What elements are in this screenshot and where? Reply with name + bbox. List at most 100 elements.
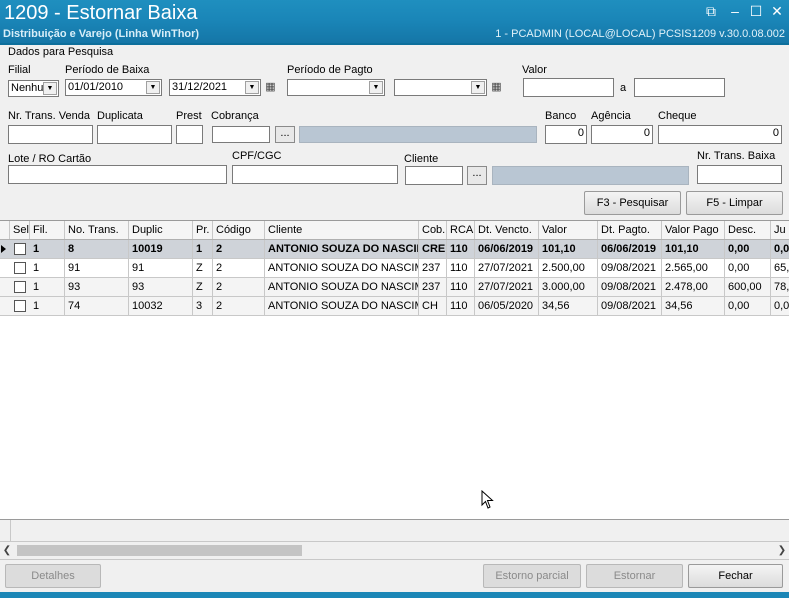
nr-trans-venda-field[interactable]	[8, 125, 93, 144]
fechar-button[interactable]: Fechar	[688, 564, 783, 588]
cell-ju: 78,	[774, 281, 789, 293]
header-desc[interactable]: Desc.	[725, 221, 771, 239]
cell-fil: 1	[30, 278, 65, 296]
table-row[interactable]: 1 8 10019 1 2 ANTONIO SOUZA DO NASCIMENT…	[0, 240, 789, 259]
cell-cob: 237	[419, 259, 447, 277]
close-icon[interactable]: ✕	[769, 3, 785, 19]
cliente-field[interactable]	[405, 166, 463, 185]
cell-desc: 0,00	[725, 259, 771, 277]
header-dt-pagto[interactable]: Dt. Pagto.	[598, 221, 662, 239]
valor-ate-field[interactable]	[634, 78, 725, 97]
lote-field[interactable]	[8, 165, 227, 184]
table-row[interactable]: 1 74 10032 3 2 ANTONIO SOUZA DO NASCIMEN…	[0, 297, 789, 316]
estornar-button[interactable]: Estornar	[586, 564, 683, 588]
cell-dt-vencto: 06/05/2020	[475, 297, 539, 315]
header-duplic[interactable]: Duplic	[129, 221, 193, 239]
cell-duplic: 93	[129, 278, 193, 296]
periodo-baixa-fim-field[interactable]: 31/12/2021 ▼	[169, 79, 261, 96]
chevron-down-icon[interactable]: ▼	[146, 81, 160, 94]
chevron-down-icon[interactable]: ▼	[43, 82, 57, 95]
cell-codigo: 2	[213, 278, 265, 296]
valor-de-field[interactable]	[523, 78, 614, 97]
cell-dt-vencto: 27/07/2021	[475, 259, 539, 277]
calendar-icon[interactable]: ▦	[489, 80, 504, 95]
scroll-thumb[interactable]	[17, 545, 302, 556]
cell-dt-pagto: 06/06/2019	[598, 240, 662, 258]
scroll-left-icon[interactable]: ❮	[0, 542, 14, 559]
bottom-strip	[0, 592, 789, 598]
chevron-down-icon[interactable]: ▼	[369, 81, 383, 94]
cell-no-trans: 91	[65, 259, 129, 277]
cobranca-lookup-button[interactable]: ...	[275, 126, 295, 143]
periodo-pagto-fim-field[interactable]: ▼	[394, 79, 487, 96]
window-title: 1209 - Estornar Baixa	[4, 2, 198, 24]
cell-desc: 0,00	[725, 240, 771, 258]
header-ju[interactable]: Ju	[771, 221, 789, 239]
cell-desc: 0,00	[725, 297, 771, 315]
periodo-baixa-inicio-value: 01/01/2010	[68, 81, 124, 93]
cell-pr: 1	[193, 240, 213, 258]
table-row[interactable]: 1 93 93 Z 2 ANTONIO SOUZA DO NASCIMENTO …	[0, 278, 789, 297]
cell-valor-pago: 2.565,00	[662, 259, 725, 277]
header-pr[interactable]: Pr.	[193, 221, 213, 239]
header-dt-vencto[interactable]: Dt. Vencto.	[475, 221, 539, 239]
cliente-desc-field	[492, 166, 689, 185]
scroll-right-icon[interactable]: ❯	[775, 542, 789, 559]
maximize-icon[interactable]: ☐	[748, 3, 764, 19]
header-codigo[interactable]: Código	[213, 221, 265, 239]
cell-dt-pagto: 09/08/2021	[598, 278, 662, 296]
header-rca[interactable]: RCA	[447, 221, 475, 239]
status-info: 1 - PCADMIN (LOCAL@LOCAL) PCSIS1209 v.30…	[495, 28, 785, 40]
minimize-icon[interactable]: –	[727, 3, 743, 19]
cell-ju: 65,	[774, 262, 789, 274]
header-sel[interactable]: Sel	[10, 221, 30, 239]
restore-icon[interactable]: ⧉	[703, 3, 719, 19]
header-fil[interactable]: Fil.	[30, 221, 65, 239]
header-cliente[interactable]: Cliente	[265, 221, 419, 239]
pesquisar-button[interactable]: F3 - Pesquisar	[584, 191, 681, 215]
prest-field[interactable]	[176, 125, 203, 144]
header-no-trans[interactable]: No. Trans.	[65, 221, 129, 239]
periodo-baixa-inicio-field[interactable]: 01/01/2010 ▼	[65, 79, 162, 96]
agencia-field[interactable]: 0	[591, 125, 653, 144]
header-cob[interactable]: Cob.	[419, 221, 447, 239]
periodo-pagto-inicio-field[interactable]: ▼	[287, 79, 385, 96]
estorno-parcial-button[interactable]: Estorno parcial	[483, 564, 581, 588]
nr-trans-venda-label: Nr. Trans. Venda	[8, 110, 90, 122]
cliente-lookup-button[interactable]: ...	[467, 166, 487, 185]
limpar-button[interactable]: F5 - Limpar	[686, 191, 783, 215]
banco-field[interactable]: 0	[545, 125, 587, 144]
cell-cliente: ANTONIO SOUZA DO NASCIMENTO	[265, 240, 419, 258]
row-checkbox[interactable]	[14, 300, 26, 312]
cpf-field[interactable]	[232, 165, 398, 184]
cell-pr: Z	[193, 278, 213, 296]
nr-trans-baixa-field[interactable]	[697, 165, 782, 184]
horizontal-scrollbar[interactable]: ❮ ❯	[0, 541, 789, 560]
cell-cliente: ANTONIO SOUZA DO NASCIMENTO	[265, 297, 419, 315]
cheque-label: Cheque	[658, 110, 697, 122]
calendar-icon[interactable]: ▦	[263, 80, 278, 95]
cobranca-field[interactable]	[212, 126, 270, 143]
grid-footer	[0, 519, 789, 542]
periodo-pagto-label: Período de Pagto	[287, 64, 373, 76]
cell-valor: 3.000,00	[539, 278, 598, 296]
cell-valor-pago: 34,56	[662, 297, 725, 315]
row-checkbox[interactable]	[14, 243, 26, 255]
header-valor-pago[interactable]: Valor Pago	[662, 221, 725, 239]
filial-select[interactable]: Nenhu ▼	[8, 80, 59, 97]
cell-duplic: 10032	[129, 297, 193, 315]
row-indicator-icon	[1, 245, 6, 253]
header-valor[interactable]: Valor	[539, 221, 598, 239]
cheque-field[interactable]: 0	[658, 125, 782, 144]
detalhes-button[interactable]: Detalhes	[5, 564, 101, 588]
cell-pr: 3	[193, 297, 213, 315]
row-checkbox[interactable]	[14, 281, 26, 293]
table-row[interactable]: 1 91 91 Z 2 ANTONIO SOUZA DO NASCIMENTO …	[0, 259, 789, 278]
results-grid[interactable]: Sel Fil. No. Trans. Duplic Pr. Código Cl…	[0, 220, 789, 519]
duplicata-field[interactable]	[97, 125, 172, 144]
row-checkbox[interactable]	[14, 262, 26, 274]
chevron-down-icon[interactable]: ▼	[471, 81, 485, 94]
cell-cliente: ANTONIO SOUZA DO NASCIMENTO	[265, 259, 419, 277]
cell-cliente: ANTONIO SOUZA DO NASCIMENTO	[265, 278, 419, 296]
chevron-down-icon[interactable]: ▼	[245, 81, 259, 94]
